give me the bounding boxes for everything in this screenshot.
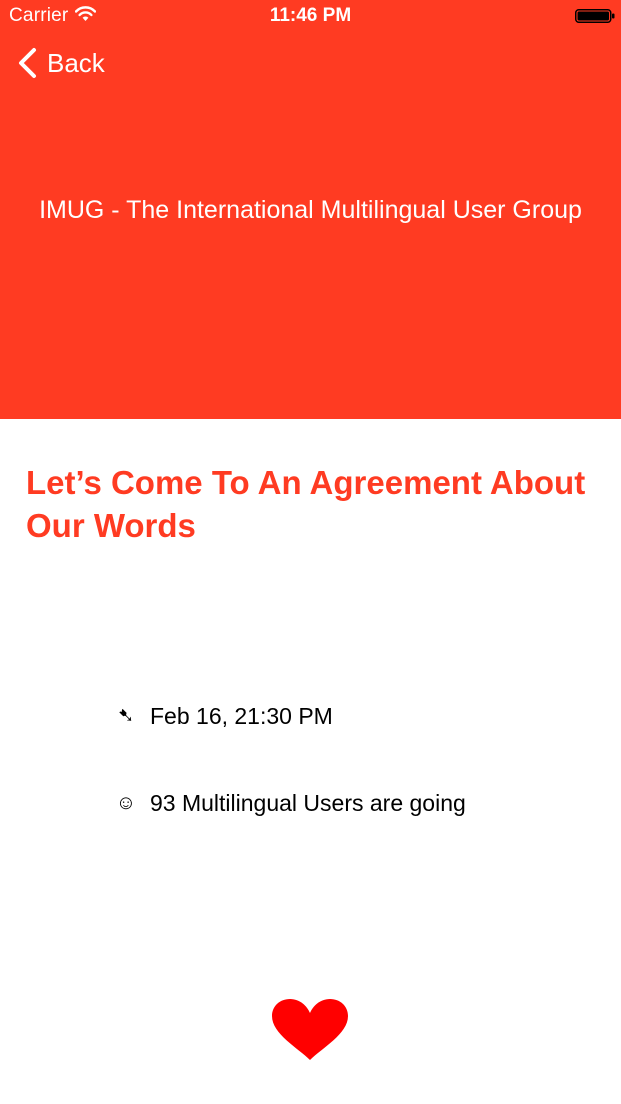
event-attendees: 93 Multilingual Users are going <box>150 790 466 816</box>
event-title: Let’s Come To An Agreement About Our Wor… <box>26 464 586 544</box>
event-attendees-row: ☺ 93 Multilingual Users are going <box>115 788 466 818</box>
status-time: 11:46 PM <box>269 5 352 26</box>
chevron-left-icon <box>19 48 36 78</box>
event-date: Feb 16, 21:30 PM <box>150 703 333 729</box>
status-bar: Carrier 11:46 PM <box>0 0 621 32</box>
event-detail-screen: Carrier 11:46 PM Back IMUG - The Interna… <box>0 0 621 1104</box>
back-label: Back <box>47 48 105 78</box>
group-title: IMUG - The International Multilingual Us… <box>39 196 582 224</box>
event-date-row: ➷ Feb 16, 21:30 PM <box>115 701 333 731</box>
group-header: Carrier 11:46 PM Back IMUG - The Interna… <box>0 0 621 419</box>
battery-full-icon <box>575 9 615 23</box>
back-button[interactable]: Back <box>17 46 105 80</box>
smiley-icon: ☺ <box>115 792 137 814</box>
heart-icon[interactable] <box>270 998 350 1062</box>
date-arrow-icon: ➷ <box>117 705 135 727</box>
